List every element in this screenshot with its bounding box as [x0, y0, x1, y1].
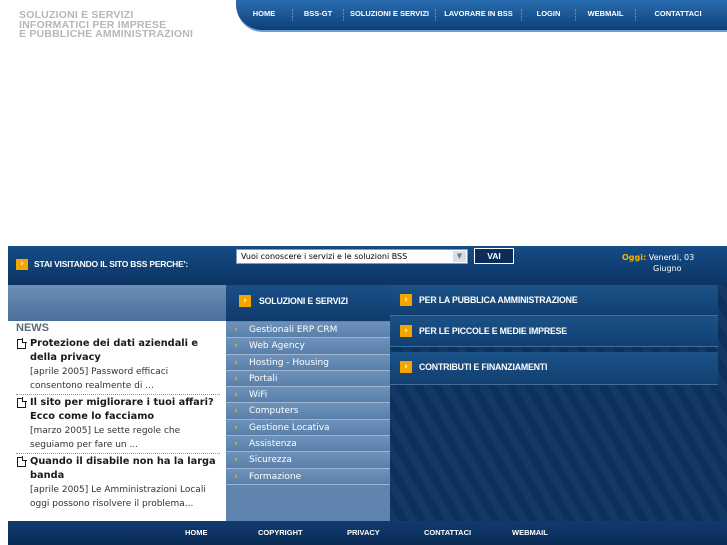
document-icon — [17, 456, 27, 467]
chevron-right-icon: › — [234, 471, 238, 482]
chevron-right-icon: › — [234, 325, 238, 335]
service-label[interactable]: Hosting - Housing — [249, 357, 329, 369]
service-label[interactable]: Sicurezza — [249, 454, 292, 466]
section-label[interactable]: PER LE PICCOLE E MEDIE IMPRESE — [419, 325, 567, 338]
visit-reason-label: STAI VISITANDO IL SITO BSS PERCHE': — [34, 259, 189, 269]
chevron-down-icon[interactable]: ▼ — [453, 251, 466, 262]
chevron-right-icon: › — [234, 439, 238, 450]
chevron-right-icon: › — [234, 341, 238, 352]
services-column: › SOLUZIONI E SERVIZI › Gestionali ERP CR… — [226, 285, 390, 521]
service-label[interactable]: Portali — [249, 373, 277, 385]
news-headline[interactable]: Il sito per migliorare i tuoi affari? Ec… — [16, 396, 220, 424]
service-item-assistenza[interactable]: › Assistenza — [226, 436, 390, 453]
visit-reason-selected-value: Vuoi conoscere i servizi e le soluzioni … — [241, 252, 408, 261]
services-title[interactable]: SOLUZIONI E SERVIZI — [259, 295, 348, 308]
news-title: NEWS — [16, 322, 49, 334]
news-snippet: [aprile 2005] Password efficaci consento… — [30, 367, 169, 391]
news-headline-text[interactable]: Quando il disabile non ha la larga banda — [30, 456, 216, 481]
footer-copyright[interactable]: COPYRIGHT — [258, 528, 303, 538]
nav-separator — [575, 9, 576, 21]
document-icon — [17, 397, 27, 408]
today-date: Oggi: Venerdi, 03 Giugno — [622, 252, 722, 274]
nav-soluzioni-servizi[interactable]: SOLUZIONI E SERVIZI — [344, 9, 435, 21]
news-item[interactable]: Quando il disabile non ha la larga banda… — [16, 453, 220, 512]
news-snippet: [marzo 2005] Le sette regole che seguiam… — [30, 426, 181, 450]
section-label[interactable]: PER LA PUBBLICA AMMINISTRAZIONE — [419, 294, 578, 307]
document-icon — [17, 338, 27, 349]
service-item-computers[interactable]: › Computers — [226, 403, 390, 420]
service-item-portali[interactable]: › Portali — [226, 370, 390, 388]
news-snippet: [aprile 2005] Le Amministrazioni Locali … — [30, 485, 206, 509]
service-label[interactable]: Computers — [249, 405, 298, 417]
service-item-sicurezza[interactable]: › Sicurezza — [226, 452, 390, 469]
service-label[interactable]: Web Agency — [249, 340, 305, 352]
news-column: NEWS Protezione dei dati aziendali e del… — [8, 285, 226, 521]
section-contributi-finanziamenti[interactable]: › CONTRIBUTI E FINANZIAMENTI — [390, 352, 718, 385]
top-navigation: HOME BSS-GT SOLUZIONI E SERVIZI LAVORARE… — [236, 0, 727, 32]
news-headline-text[interactable]: Protezione dei dati aziendali e della pr… — [30, 338, 198, 363]
visit-bar: › STAI VISITANDO IL SITO BSS PERCHE': Vu… — [8, 246, 727, 285]
service-item-wifi[interactable]: › WiFi — [226, 387, 390, 404]
chevron-right-icon: › — [234, 373, 238, 384]
today-label: Oggi: — [622, 253, 647, 262]
footer-webmail[interactable]: WEBMAIL — [512, 528, 548, 538]
services-header[interactable]: › SOLUZIONI E SERVIZI — [226, 285, 390, 321]
nav-lavorare-in-bss[interactable]: LAVORARE IN BSS — [436, 9, 521, 21]
section-pubblica-amministrazione[interactable]: › PER LA PUBBLICA AMMINISTRAZIONE — [390, 285, 718, 316]
news-headline[interactable]: Quando il disabile non ha la larga banda — [16, 455, 220, 483]
service-label[interactable]: Formazione — [249, 471, 301, 483]
chevron-right-icon: › — [234, 357, 238, 368]
nav-separator — [292, 9, 293, 21]
footer-privacy[interactable]: PRIVACY — [347, 528, 380, 538]
chevron-right-icon: › — [234, 406, 238, 417]
arrow-right-icon: › — [400, 361, 412, 373]
nav-webmail[interactable]: WEBMAIL — [576, 9, 635, 21]
services-list: › Gestionali ERP CRM › Web Agency › Hosting… — [226, 322, 390, 485]
site-tagline: SOLUZIONI E SERVIZI INFORMATICI PER IMPR… — [19, 10, 219, 40]
sections-column: › PER LA PUBBLICA AMMINISTRAZIONE › PER … — [390, 285, 727, 521]
footer-home[interactable]: HOME — [185, 528, 208, 538]
nav-login[interactable]: LOGIN — [522, 9, 575, 21]
chevron-right-icon: › — [234, 422, 238, 433]
service-item-gestione-locativa[interactable]: › Gestione Locativa — [226, 419, 390, 437]
footer-nav: HOME COPYRIGHT PRIVACY CONTATTACI WEBMAI… — [8, 521, 727, 545]
nav-home[interactable]: HOME — [236, 9, 292, 21]
arrow-right-icon: › — [400, 325, 412, 337]
service-label[interactable]: Assistenza — [249, 438, 297, 450]
service-label[interactable]: WiFi — [249, 389, 267, 401]
chevron-right-icon: › — [234, 455, 238, 466]
nav-bss-gt[interactable]: BSS-GT — [293, 9, 343, 21]
nav-separator — [635, 9, 636, 21]
arrow-right-icon: › — [239, 295, 251, 307]
date-line: Giugno — [653, 264, 682, 273]
service-item-formazione[interactable]: › Formazione — [226, 468, 390, 485]
footer-contattaci[interactable]: CONTATTACI — [424, 528, 471, 538]
vai-button[interactable]: VAI — [474, 248, 514, 264]
news-headline-text[interactable]: Il sito per migliorare i tuoi affari? Ec… — [30, 397, 214, 422]
news-item[interactable]: Protezione dei dati aziendali e della pr… — [16, 337, 220, 394]
date-line: Venerdi, 03 — [648, 253, 695, 262]
service-item-web-agency[interactable]: › Web Agency — [226, 338, 390, 355]
service-label[interactable]: Gestione Locativa — [249, 422, 330, 434]
news-item[interactable]: Il sito per migliorare i tuoi affari? Ec… — [16, 394, 220, 453]
nav-contattaci[interactable]: CONTATTACI — [636, 9, 720, 21]
news-header-band — [8, 285, 226, 321]
nav-separator — [435, 9, 436, 21]
arrow-right-icon: › — [16, 259, 28, 270]
section-piccole-medie-imprese[interactable]: › PER LE PICCOLE E MEDIE IMPRESE — [390, 316, 718, 347]
service-label[interactable]: Gestionali ERP CRM — [249, 324, 337, 336]
news-list: Protezione dei dati aziendali e della pr… — [16, 337, 220, 512]
service-item-hosting[interactable]: › Hosting - Housing — [226, 354, 390, 371]
news-headline[interactable]: Protezione dei dati aziendali e della pr… — [16, 337, 220, 365]
chevron-right-icon: › — [234, 390, 238, 401]
service-item-gestionali[interactable]: › Gestionali ERP CRM — [226, 322, 390, 339]
tagline-line: E PUBBLICHE AMMINISTRAZIONI — [19, 28, 194, 40]
section-label[interactable]: CONTRIBUTI E FINANZIAMENTI — [419, 361, 547, 374]
arrow-right-icon: › — [400, 294, 412, 306]
nav-separator — [343, 9, 344, 21]
nav-separator — [521, 9, 522, 21]
visit-reason-select[interactable]: Vuoi conoscere i servizi e le soluzioni … — [236, 249, 468, 264]
